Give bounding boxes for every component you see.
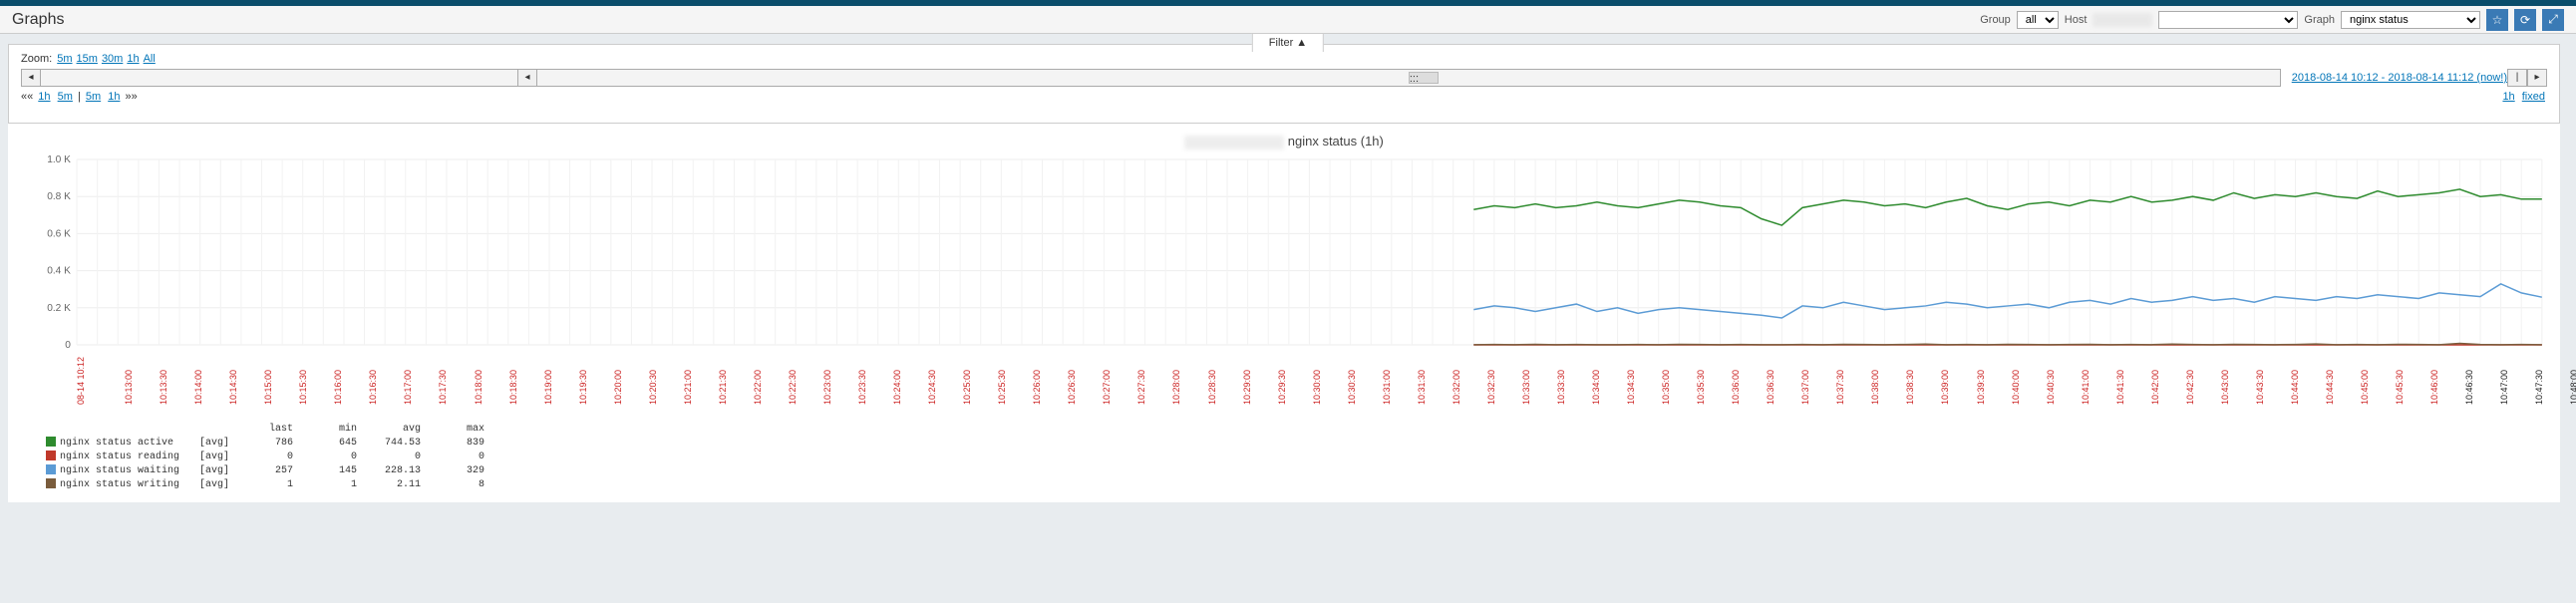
header-controls: Group all Host Graph nginx status ☆ ⟳ ⤢ xyxy=(1980,9,2564,31)
nav-step-link[interactable]: 1h xyxy=(108,91,120,103)
legend-last: 786 xyxy=(243,437,293,451)
legend-header: min xyxy=(307,423,357,437)
legend-agg: [avg] xyxy=(199,437,229,451)
legend-agg: [avg] xyxy=(199,478,229,492)
chart-legend: nginx status activenginx status readingn… xyxy=(46,423,2552,492)
nav-left: «« 1h 5m | 5m 1h »» xyxy=(21,91,138,103)
legend-header: last xyxy=(243,423,293,437)
legend-max: 329 xyxy=(435,464,484,478)
host-value-blurred xyxy=(2093,13,2152,27)
nav-step-link[interactable]: 5m xyxy=(58,91,73,103)
legend-swatch xyxy=(46,478,56,488)
zoom-option[interactable]: All xyxy=(144,53,156,65)
legend-last: 0 xyxy=(243,451,293,464)
svg-text:0.2 K: 0.2 K xyxy=(47,302,71,313)
zoom-row: Zoom: 5m 15m 30m 1h All xyxy=(21,53,2547,65)
legend-last: 1 xyxy=(243,478,293,492)
legend-max: 8 xyxy=(435,478,484,492)
legend-last: 257 xyxy=(243,464,293,478)
scroll-track-main[interactable]: ::: xyxy=(536,69,2281,87)
legend-avg: 744.53 xyxy=(371,437,421,451)
legend-min: 145 xyxy=(307,464,357,478)
nav-row: «« 1h 5m | 5m 1h »» 1h fixed xyxy=(21,91,2547,103)
header-bar: Graphs Group all Host Graph nginx status… xyxy=(0,6,2576,34)
nav-right-link[interactable]: fixed xyxy=(2522,91,2545,103)
time-range-text: 2018-08-14 10:12 - 2018-08-14 11:12 (now… xyxy=(2280,69,2507,87)
nav-right: 1h fixed xyxy=(2500,91,2547,103)
zoom-option[interactable]: 30m xyxy=(102,53,123,65)
chart-svg: 0 0.2 K 0.4 K 0.6 K 0.8 K 1.0 K xyxy=(16,155,2552,355)
legend-min: 1 xyxy=(307,478,357,492)
nav-step-link[interactable]: 5m xyxy=(86,91,101,103)
svg-text:0.4 K: 0.4 K xyxy=(47,265,71,276)
graph-select[interactable]: nginx status xyxy=(2341,11,2480,29)
legend-max: 0 xyxy=(435,451,484,464)
filter-panel: Zoom: 5m15m30m1hAll ◂ ◂ ::: 2018-08-14 1… xyxy=(8,44,2560,124)
legend-header: max xyxy=(435,423,484,437)
svg-text:0.6 K: 0.6 K xyxy=(47,228,71,239)
scroll-handle[interactable]: ::: xyxy=(1409,72,1439,84)
chart-title-text: nginx status (1h) xyxy=(1288,134,1384,149)
group-label: Group xyxy=(1980,14,2011,26)
nav-right-link[interactable]: 1h xyxy=(2502,91,2514,103)
svg-text:0: 0 xyxy=(65,340,71,351)
x-tick-label: 10:48:00 xyxy=(2569,370,2576,405)
legend-swatch xyxy=(46,464,56,474)
legend-agg: [avg] xyxy=(199,464,229,478)
legend-series-name: nginx status waiting xyxy=(46,464,185,478)
host-select[interactable] xyxy=(2158,11,2298,29)
scroll-left-button[interactable]: ◂ xyxy=(21,69,41,87)
scroll-track-left[interactable] xyxy=(40,69,518,87)
host-label: Host xyxy=(2065,14,2088,26)
zoom-option[interactable]: 1h xyxy=(127,53,139,65)
legend-swatch xyxy=(46,437,56,447)
scroll-divider-button[interactable]: | xyxy=(2507,69,2527,87)
legend-header: avg xyxy=(371,423,421,437)
legend-avg: 2.11 xyxy=(371,478,421,492)
scroll-right-button[interactable]: ▸ xyxy=(2527,69,2547,87)
zoom-label: Zoom: xyxy=(21,53,52,65)
group-select[interactable]: all xyxy=(2017,11,2059,29)
legend-series-name: nginx status writing xyxy=(46,478,185,492)
legend-swatch xyxy=(46,451,56,460)
svg-text:1.0 K: 1.0 K xyxy=(47,155,71,165)
fullscreen-icon[interactable]: ⤢ xyxy=(2542,9,2564,31)
chart-title: nginx status (1h) xyxy=(16,134,2552,150)
scroll-inner-left-button[interactable]: ◂ xyxy=(517,69,537,87)
legend-min: 645 xyxy=(307,437,357,451)
chart-container: nginx status (1h) 0 0.2 K 0.4 K 0.6 K 0.8 K 1… xyxy=(8,124,2560,502)
refresh-icon[interactable]: ⟳ xyxy=(2514,9,2536,31)
time-scroll-row: ◂ ◂ ::: 2018-08-14 10:12 - 2018-08-14 11… xyxy=(21,69,2547,87)
page-title: Graphs xyxy=(12,11,1980,29)
favorite-star-icon[interactable]: ☆ xyxy=(2486,9,2508,31)
content-area: Filter ▲ Zoom: 5m15m30m1hAll ◂ ◂ ::: 201… xyxy=(0,34,2576,512)
zoom-option[interactable]: 15m xyxy=(77,53,98,65)
legend-min: 0 xyxy=(307,451,357,464)
svg-text:0.8 K: 0.8 K xyxy=(47,191,71,202)
graph-label: Graph xyxy=(2304,14,2335,26)
zoom-option[interactable]: 5m xyxy=(57,53,72,65)
series-line xyxy=(1473,343,2542,344)
legend-series-name: nginx status reading xyxy=(46,451,185,464)
legend-avg: 0 xyxy=(371,451,421,464)
filter-toggle[interactable]: Filter ▲ xyxy=(1252,33,1324,52)
legend-agg: [avg] xyxy=(199,451,229,464)
legend-avg: 228.13 xyxy=(371,464,421,478)
x-axis-labels: 08-14 10:1210:13:0010:13:3010:14:0010:14… xyxy=(76,355,2542,413)
legend-max: 839 xyxy=(435,437,484,451)
legend-series-name: nginx status active xyxy=(46,437,185,451)
nav-step-link[interactable]: 1h xyxy=(38,91,50,103)
chart-title-host-blurred xyxy=(1184,136,1284,150)
